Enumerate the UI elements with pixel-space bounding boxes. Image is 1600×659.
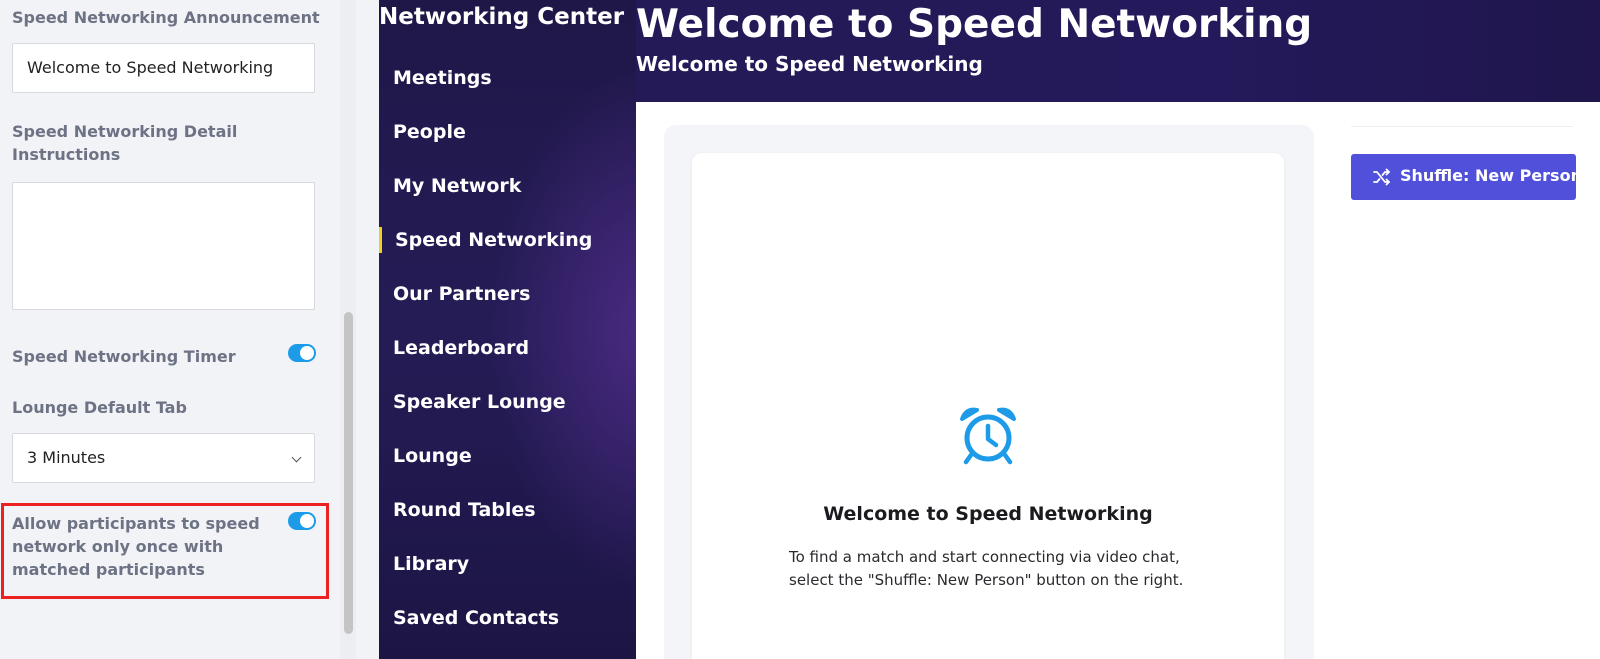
video-panel: Welcome to Speed Networking To find a ma… — [664, 125, 1314, 659]
allow-once-label-line1: Allow participants to speed — [12, 514, 260, 533]
nav-item-people[interactable]: People — [393, 118, 466, 146]
allow-once-label: Allow participants to speed network only… — [12, 512, 260, 581]
main-header: Welcome to Speed Networking Welcome to S… — [636, 0, 1600, 102]
page-subtitle: Welcome to Speed Networking — [636, 52, 983, 76]
nav-title: Networking Center — [379, 4, 625, 30]
nav-item-leaderboard[interactable]: Leaderboard — [393, 334, 529, 362]
lounge-default-tab-value: 3 Minutes — [27, 448, 106, 467]
detail-instructions-label-line2: Instructions — [12, 145, 121, 164]
welcome-card: Welcome to Speed Networking To find a ma… — [692, 153, 1284, 659]
nav-item-our-partners[interactable]: Our Partners — [393, 280, 530, 308]
announcement-label: Speed Networking Announcement — [12, 8, 320, 27]
shuffle-button-label: Shuffle: New Person — [1400, 166, 1582, 185]
alarm-clock-icon — [960, 407, 1016, 465]
settings-panel: Speed Networking Announcement Welcome to… — [0, 0, 356, 659]
nav-item-saved-contacts[interactable]: Saved Contacts — [393, 604, 559, 632]
nav-item-speaker-lounge[interactable]: Speaker Lounge — [393, 388, 566, 416]
detail-instructions-textarea[interactable] — [12, 182, 315, 310]
scrollbar-thumb[interactable] — [344, 312, 353, 634]
detail-instructions-label-line1: Speed Networking Detail — [12, 122, 238, 141]
welcome-card-description: To find a match and start connecting via… — [789, 546, 1209, 592]
announcement-value: Welcome to Speed Networking — [27, 58, 274, 77]
networking-nav: Networking Center Meetings People My Net… — [379, 0, 636, 659]
allow-once-label-line2: network only once with — [12, 537, 224, 556]
lounge-default-tab-label: Lounge Default Tab — [12, 398, 187, 417]
allow-once-label-line3: matched participants — [12, 560, 205, 579]
shuffle-icon — [1373, 168, 1390, 186]
nav-item-speed-networking[interactable]: Speed Networking — [395, 226, 592, 254]
detail-instructions-label: Speed Networking Detail Instructions — [12, 120, 237, 166]
page-title: Welcome to Speed Networking — [636, 2, 1313, 47]
toggle-knob — [300, 346, 314, 360]
nav-item-lounge[interactable]: Lounge — [393, 442, 472, 470]
shuffle-new-person-button[interactable]: Shuffle: New Person — [1351, 154, 1582, 200]
nav-active-indicator — [379, 227, 382, 253]
nav-item-meetings[interactable]: Meetings — [393, 64, 492, 92]
nav-item-round-tables[interactable]: Round Tables — [393, 496, 536, 524]
allow-once-toggle[interactable] — [288, 512, 316, 530]
nav-item-my-network[interactable]: My Network — [393, 172, 521, 200]
divider — [1351, 126, 1573, 127]
content-card: Welcome to Speed Networking To find a ma… — [636, 102, 1600, 659]
toggle-knob — [300, 514, 314, 528]
timer-label: Speed Networking Timer — [12, 347, 236, 366]
welcome-card-title: Welcome to Speed Networking — [823, 503, 1153, 525]
welcome-card-description-line2: select the "Shuffle: New Person" button … — [789, 571, 1184, 589]
welcome-card-description-line1: To find a match and start connecting via… — [789, 548, 1180, 566]
announcement-input[interactable]: Welcome to Speed Networking — [12, 43, 315, 93]
chevron-down-icon — [291, 452, 302, 463]
nav-item-library[interactable]: Library — [393, 550, 469, 578]
main-area: Welcome to Speed Networking Welcome to S… — [636, 0, 1600, 659]
timer-toggle[interactable] — [288, 344, 316, 362]
lounge-default-tab-select[interactable]: 3 Minutes — [12, 433, 315, 483]
